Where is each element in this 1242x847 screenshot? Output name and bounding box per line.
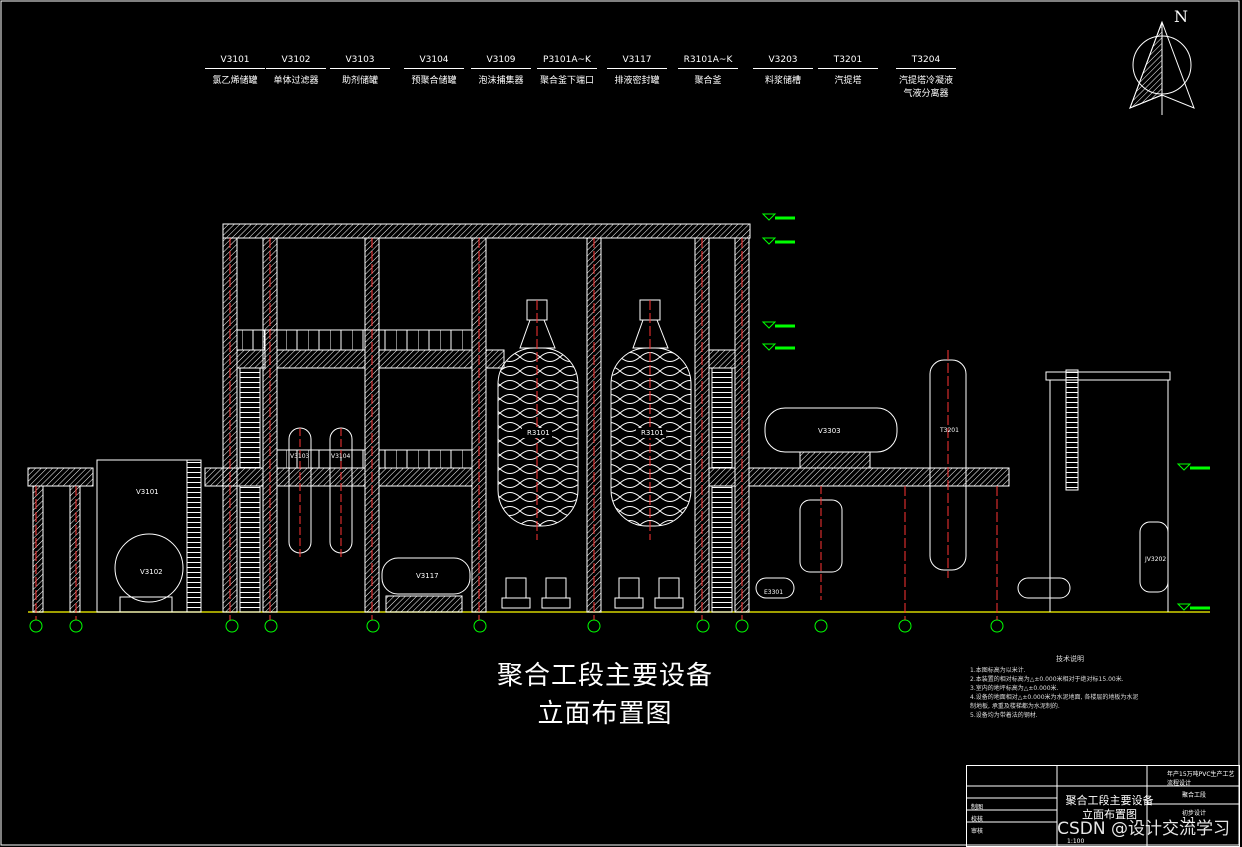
pump-e3301: E3301 <box>755 577 795 599</box>
vessel-v3104: V3104 <box>329 427 353 560</box>
svg-text:V3102: V3102 <box>140 568 163 576</box>
vessel-jv3202: JV3202 <box>1139 521 1169 593</box>
technical-notes: 技术说明 1.本图标高为以米计. 2.本装置的相对标高为△±0.000米相对于绝… <box>970 655 1139 719</box>
row-drafter: 制图 <box>971 804 984 811</box>
watermark: CSDN @设计交流学习 <box>1057 819 1230 839</box>
north-arrow: N <box>1129 7 1195 115</box>
tank-v3101: V3101 <box>136 488 159 496</box>
right-building <box>1017 369 1171 612</box>
tank-below-v3303 <box>799 486 843 600</box>
tank-v3117: V3117 <box>381 557 471 613</box>
svg-text:JV3202: JV3202 <box>1144 556 1166 563</box>
svg-text:R3101: R3101 <box>527 429 550 437</box>
svg-text:V3104: V3104 <box>331 453 351 460</box>
north-label: N <box>1174 7 1188 26</box>
section-name: 聚合工段 <box>1182 792 1207 799</box>
svg-text:V3101: V3101 <box>136 488 159 496</box>
tank-v3303: V3303 <box>764 407 898 469</box>
svg-text:V3103: V3103 <box>290 453 310 460</box>
column-t3201: T3201 <box>929 350 967 578</box>
svg-text:T3201: T3201 <box>939 427 959 434</box>
project-name: 年产15万吨PVC生产工艺流程设计 <box>1167 771 1235 787</box>
elevation-markers <box>761 213 1210 611</box>
row-checker: 校核 <box>971 816 984 823</box>
reactor-r3101-b: R3101 <box>610 299 692 540</box>
svg-text:E3301: E3301 <box>764 589 783 596</box>
row-reviewer: 审核 <box>971 828 984 835</box>
scale: 1:100 <box>1067 838 1085 845</box>
reactor-r3101-a: R3101 <box>497 299 579 540</box>
vessel-v3102: V3102 <box>114 533 184 613</box>
svg-text:R3101: R3101 <box>641 429 664 437</box>
svg-text:V3117: V3117 <box>416 572 439 580</box>
vessel-v3103: V3103 <box>288 427 312 560</box>
drawing-title: 聚合工段主要设备 立面布置图 <box>496 661 713 729</box>
main-structure <box>204 223 1010 613</box>
svg-text:V3303: V3303 <box>818 427 841 435</box>
